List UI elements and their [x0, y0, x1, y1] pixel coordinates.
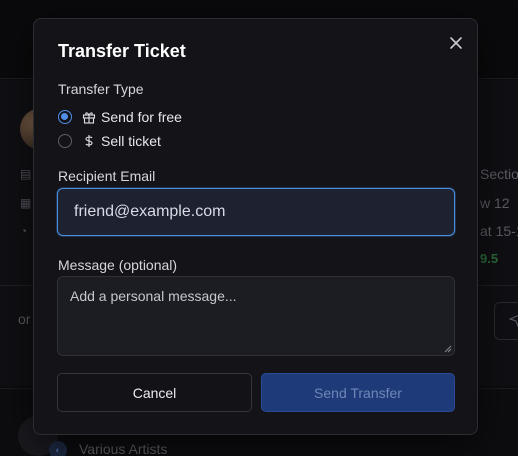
background-left-text: or	[18, 311, 31, 327]
calendar-icon: ▦	[20, 196, 32, 210]
option-sell-ticket[interactable]: Sell ticket	[58, 132, 161, 150]
ticket-icon: ▤	[20, 167, 32, 181]
close-button[interactable]	[446, 33, 466, 53]
option-label: Sell ticket	[101, 133, 161, 149]
cancel-button[interactable]: Cancel	[57, 373, 252, 412]
seat-text: at 15-1	[480, 223, 518, 239]
section-text: Section	[480, 166, 518, 182]
dollar-icon	[82, 134, 96, 148]
message-label: Message (optional)	[58, 257, 178, 273]
transfer-ticket-modal: Transfer Ticket Transfer Type Send for f…	[33, 18, 478, 435]
option-send-for-free[interactable]: Send for free	[58, 108, 182, 126]
clock-icon: ◔	[20, 224, 28, 238]
radio-sell-ticket[interactable]	[58, 134, 72, 148]
send-transfer-button[interactable]: Send Transfer	[261, 373, 455, 412]
option-label: Send for free	[101, 109, 182, 125]
price-text: 9.5	[480, 251, 499, 266]
recipient-email-input[interactable]	[57, 188, 455, 236]
artist-badge: ◐	[49, 441, 67, 456]
artist-text: Various Artists	[79, 441, 168, 456]
recipient-email-label: Recipient Email	[58, 168, 156, 184]
close-icon	[450, 37, 462, 49]
gift-icon	[82, 110, 96, 124]
resize-grip-icon[interactable]	[444, 345, 452, 353]
radio-send-for-free[interactable]	[58, 110, 72, 124]
share-button[interactable]	[494, 302, 518, 340]
message-textarea[interactable]	[57, 276, 455, 356]
send-icon	[509, 315, 518, 327]
row-text: w 12	[480, 195, 510, 211]
transfer-type-label: Transfer Type	[58, 81, 144, 97]
modal-title: Transfer Ticket	[58, 41, 186, 61]
